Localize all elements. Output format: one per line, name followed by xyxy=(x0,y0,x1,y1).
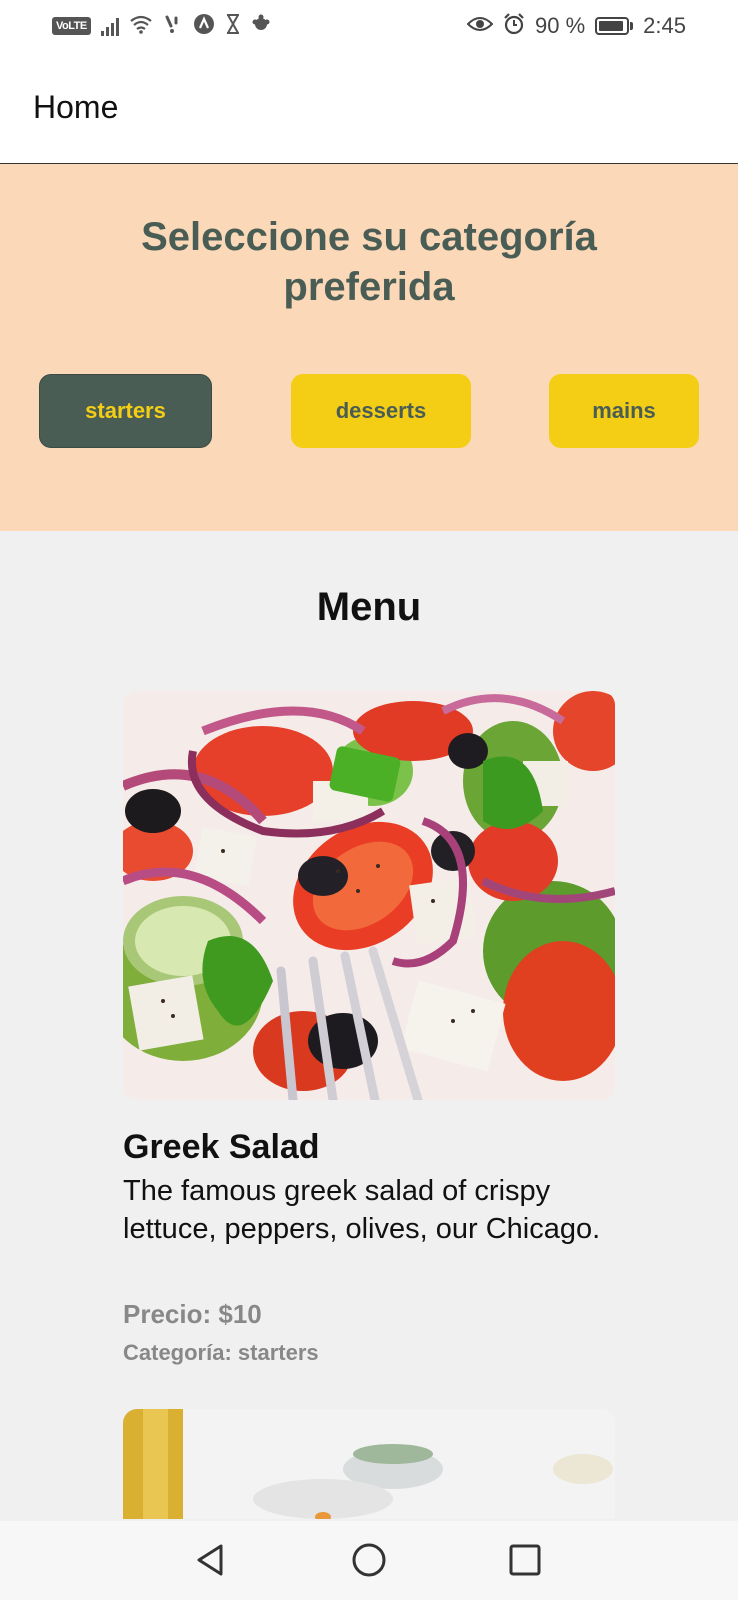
notification-icon xyxy=(163,14,183,38)
app-bar-title: Home xyxy=(33,89,119,125)
signal-icon xyxy=(100,16,119,36)
status-left: VoLTE xyxy=(52,13,271,39)
menu-title: Menu xyxy=(316,585,422,629)
eye-icon xyxy=(466,15,494,37)
home-icon[interactable] xyxy=(348,1539,390,1581)
status-bar: VoLTE 90 % 2:45 xyxy=(0,0,738,52)
battery-icon xyxy=(595,17,634,35)
settings-icon xyxy=(251,14,271,38)
wifi-icon xyxy=(129,14,153,38)
category-button-desserts[interactable]: desserts xyxy=(291,374,471,448)
category-button-starters[interactable]: starters xyxy=(39,374,212,448)
dish-category: Categoría: starters xyxy=(123,1340,319,1365)
dish-price: Precio: $10 xyxy=(123,1299,262,1329)
battery-percent: 90 % xyxy=(535,13,586,38)
alarm-icon xyxy=(503,13,525,39)
volte-icon: VoLTE xyxy=(52,17,91,35)
navigation-bar xyxy=(0,1521,738,1600)
category-heading: Seleccione su categoría preferida xyxy=(141,215,597,309)
dish-image[interactable] xyxy=(123,691,615,1100)
app-bar: Home xyxy=(0,52,738,164)
hourglass-icon xyxy=(225,13,241,39)
back-icon[interactable] xyxy=(190,1539,232,1581)
category-button-mains[interactable]: mains xyxy=(549,374,699,448)
dish-description: The famous greek salad of crispy lettuce… xyxy=(123,1175,601,1245)
dish-name: Greek Salad xyxy=(123,1128,320,1166)
status-right: 90 % 2:45 xyxy=(466,13,686,39)
category-panel: Seleccione su categoría preferida starte… xyxy=(0,164,738,531)
app-icon xyxy=(193,13,215,39)
recents-icon[interactable] xyxy=(504,1539,546,1581)
clock: 2:45 xyxy=(643,13,686,38)
dish-image-next[interactable] xyxy=(123,1409,615,1519)
